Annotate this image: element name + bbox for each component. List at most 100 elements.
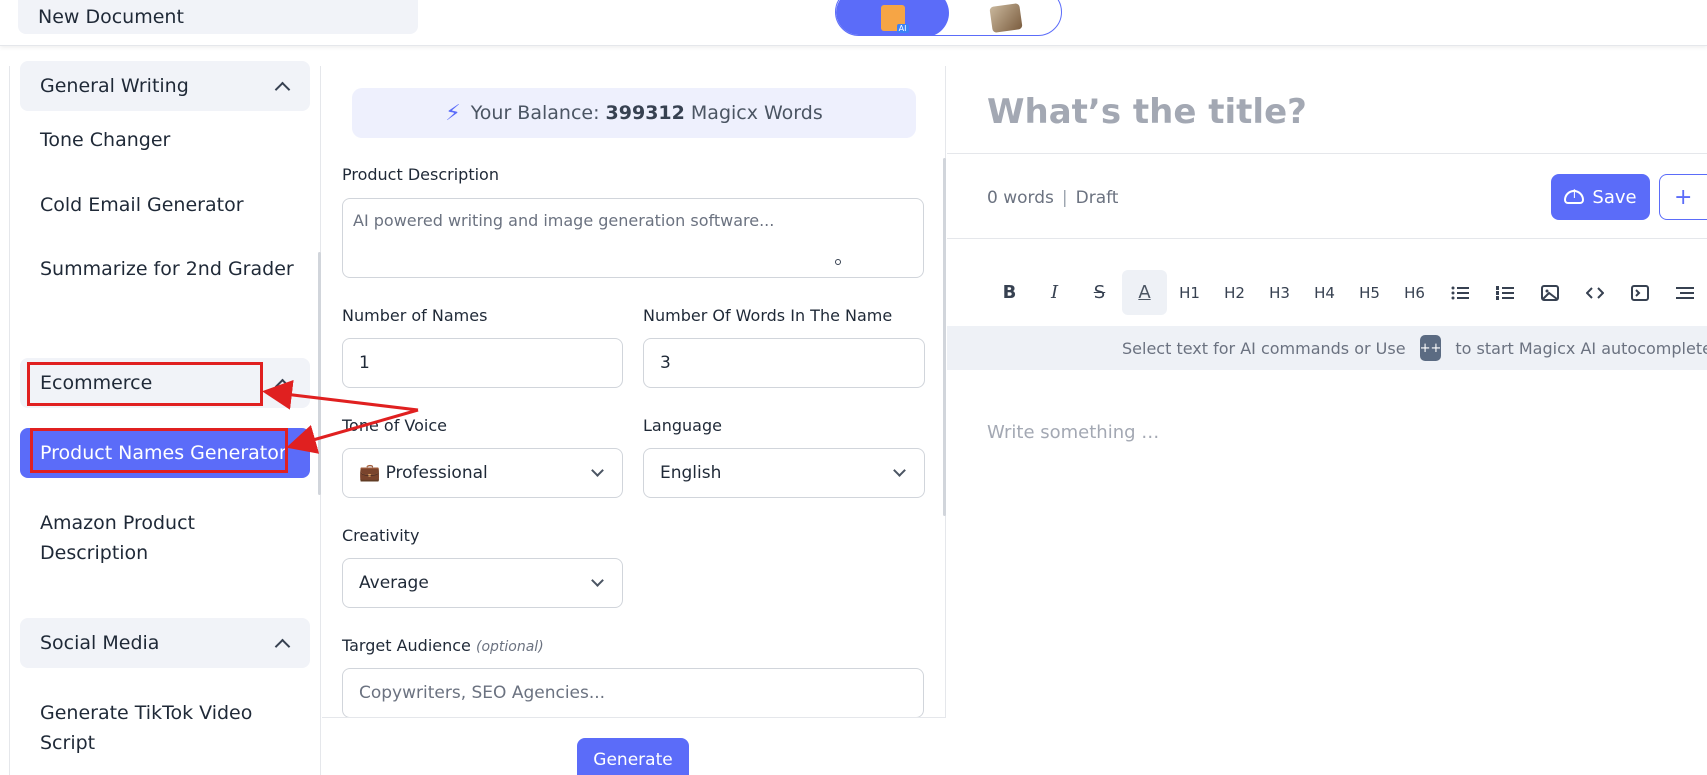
heading-1-button[interactable]: H1 xyxy=(1167,270,1212,315)
category-general-writing[interactable]: General Writing xyxy=(20,61,310,111)
target-audience-input[interactable]: Copywriters, SEO Agencies... xyxy=(342,668,924,718)
creativity-select[interactable]: Average xyxy=(342,558,623,608)
image-button[interactable] xyxy=(1527,270,1572,315)
sidebar-item-tone-changer[interactable]: Tone Changer xyxy=(40,125,300,155)
sidebar-item-label: Summarize for 2nd Grader xyxy=(40,258,294,280)
document-title-input[interactable]: What’s the title? xyxy=(987,92,1307,132)
bold-button[interactable]: B xyxy=(987,270,1032,315)
number-of-names-input[interactable]: 1 xyxy=(342,338,623,388)
sidebar-scrollbar[interactable] xyxy=(318,252,321,495)
image-icon xyxy=(1540,284,1559,301)
sidebar-item-label: Cold Email Generator xyxy=(40,194,244,216)
document-editor: What’s the title? 0 words | Draft Save +… xyxy=(947,66,1707,775)
add-button[interactable]: + xyxy=(1659,174,1707,220)
shortcut-key: ++ xyxy=(1419,335,1442,361)
hint-prefix: Select text for AI commands or Use xyxy=(1122,338,1406,358)
sidebar-item-label: Generate TikTok Video Script xyxy=(40,702,253,754)
language-label: Language xyxy=(643,416,722,435)
balance-prefix: Your Balance: xyxy=(470,102,600,124)
chevron-up-icon xyxy=(274,81,291,97)
heading-6-button[interactable]: H6 xyxy=(1392,270,1437,315)
target-audience-text: Target Audience xyxy=(342,636,471,655)
sidebar-item-tiktok-script[interactable]: Generate TikTok Video Script xyxy=(40,698,300,758)
chevron-down-icon xyxy=(591,464,604,477)
code-button[interactable] xyxy=(1572,270,1617,315)
heading-2-button[interactable]: H2 xyxy=(1212,270,1257,315)
tone-of-voice-value: 💼 Professional xyxy=(359,463,488,483)
code-icon xyxy=(1585,286,1604,299)
save-button[interactable]: Save xyxy=(1551,174,1650,220)
words-in-name-input[interactable]: 3 xyxy=(643,338,925,388)
divider xyxy=(947,153,1707,154)
chevron-down-icon xyxy=(591,574,604,587)
text-color-button[interactable]: A xyxy=(1122,270,1167,315)
heading-3-button[interactable]: H3 xyxy=(1257,270,1302,315)
document-status: Draft xyxy=(1075,188,1119,208)
sidebar-item-label: Amazon Product Description xyxy=(40,512,195,564)
sidebar-item-amazon-product-description[interactable]: Amazon Product Description xyxy=(40,508,300,568)
lightning-icon: ⚡ xyxy=(445,100,461,126)
generate-button[interactable]: Generate xyxy=(577,738,689,775)
category-social-media[interactable]: Social Media xyxy=(20,618,310,668)
balance-value: 399312 xyxy=(605,102,685,124)
italic-button[interactable]: I xyxy=(1032,270,1077,315)
save-label: Save xyxy=(1592,186,1637,208)
annotation-box-product-names xyxy=(30,428,288,473)
ordered-list-icon xyxy=(1495,285,1514,300)
sidebar-item-summarize[interactable]: Summarize for 2nd Grader xyxy=(40,254,300,284)
language-select[interactable]: English xyxy=(643,448,925,498)
words-in-name-label: Number Of Words In The Name xyxy=(643,306,893,325)
form-footer: Generate xyxy=(322,717,946,775)
annotation-box-ecommerce xyxy=(27,362,263,406)
sidebar-item-cold-email-generator[interactable]: Cold Email Generator xyxy=(40,190,300,220)
template-sidebar: General Writing Tone Changer Cold Email … xyxy=(9,61,321,775)
strikethrough-button[interactable]: S xyxy=(1077,270,1122,315)
align-icon xyxy=(1675,286,1694,299)
cloud-upload-icon xyxy=(1564,187,1585,204)
ai-writer-tab[interactable] xyxy=(836,0,949,35)
code-block-button[interactable] xyxy=(1617,270,1662,315)
product-description-label: Product Description xyxy=(342,165,499,184)
product-description-input[interactable]: AI powered writing and image generation … xyxy=(342,198,924,278)
terminal-icon xyxy=(1630,284,1649,301)
new-document-button[interactable]: New Document xyxy=(18,0,418,34)
optional-tag: (optional) xyxy=(476,639,544,655)
heading-4-button[interactable]: H4 xyxy=(1302,270,1347,315)
number-of-names-label: Number of Names xyxy=(342,306,488,325)
heading-5-button[interactable]: H5 xyxy=(1347,270,1392,315)
editor-body-input[interactable]: Write something … xyxy=(987,422,1159,443)
meta-separator: | xyxy=(1061,188,1068,208)
formatting-toolbar: B I S A H1 H2 H3 H4 H5 H6 xyxy=(987,270,1707,315)
bullet-list-icon xyxy=(1451,286,1469,299)
ai-image-tab[interactable] xyxy=(949,0,1061,35)
balance-banner: ⚡ Your Balance: 399312 Magicx Words xyxy=(352,88,916,138)
chevron-up-icon xyxy=(274,638,291,654)
balance-suffix: Magicx Words xyxy=(690,102,823,124)
creativity-label: Creativity xyxy=(342,526,420,545)
target-audience-label: Target Audience (optional) xyxy=(342,636,544,655)
ai-image-icon xyxy=(988,3,1023,33)
ai-writer-icon xyxy=(880,5,909,33)
ordered-list-button[interactable] xyxy=(1482,270,1527,315)
tone-of-voice-select[interactable]: 💼 Professional xyxy=(342,448,623,498)
target-audience-placeholder: Copywriters, SEO Agencies... xyxy=(359,683,606,703)
ai-hint-bar: Select text for AI commands or Use ++ to… xyxy=(947,326,1707,370)
bullet-list-button[interactable] xyxy=(1437,270,1482,315)
align-button[interactable] xyxy=(1662,270,1707,315)
product-description-placeholder: AI powered writing and image generation … xyxy=(353,211,775,230)
sidebar-item-label: Tone Changer xyxy=(40,129,171,151)
top-bar: New Document xyxy=(0,0,1707,46)
new-document-label: New Document xyxy=(38,6,184,28)
creativity-value: Average xyxy=(359,573,429,593)
template-form: ⚡ Your Balance: 399312 Magicx Words Prod… xyxy=(322,66,946,775)
word-count: 0 words xyxy=(987,188,1054,208)
category-label: Social Media xyxy=(40,632,160,654)
grammar-indicator-icon xyxy=(835,259,841,265)
form-scrollbar[interactable] xyxy=(943,158,946,516)
mode-toggle[interactable] xyxy=(835,0,1062,36)
tone-of-voice-label: Tone of Voice xyxy=(342,416,447,435)
number-of-names-value: 1 xyxy=(359,353,370,373)
plus-icon: + xyxy=(1674,184,1693,210)
language-value: English xyxy=(660,463,722,483)
words-in-name-value: 3 xyxy=(660,353,671,373)
